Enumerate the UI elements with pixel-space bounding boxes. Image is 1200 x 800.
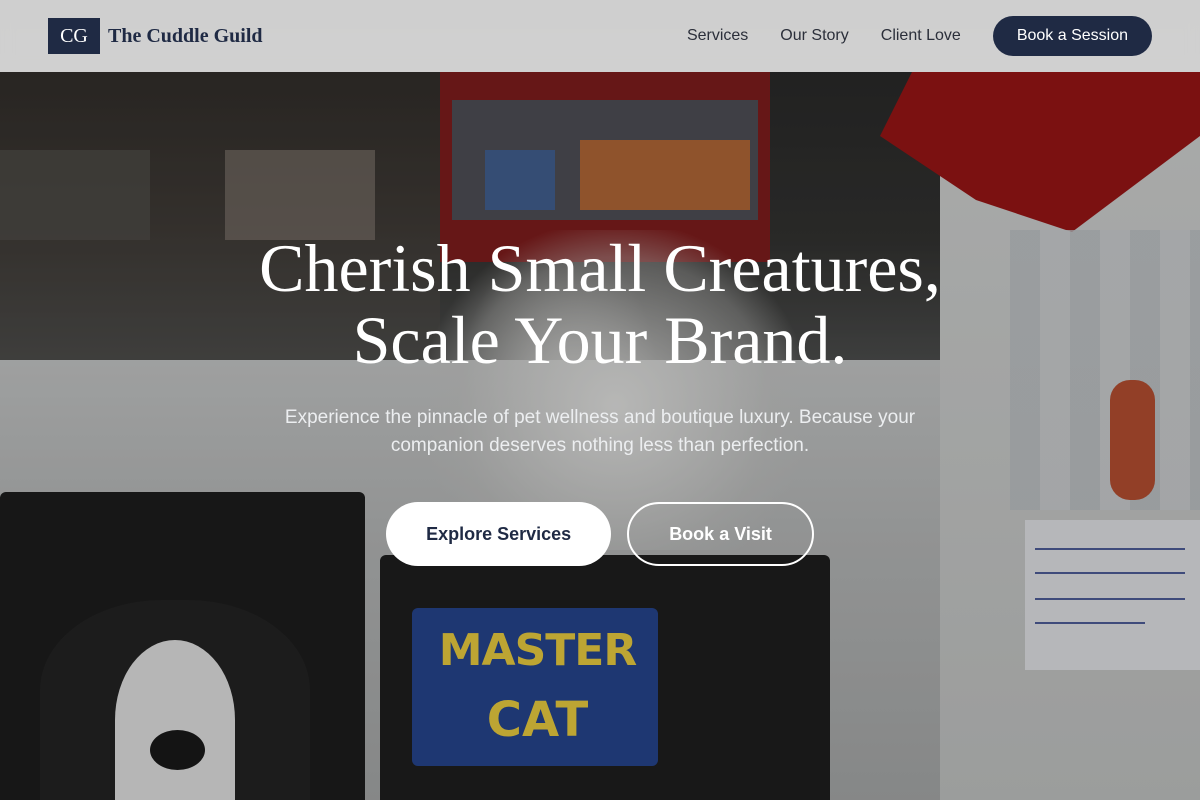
hero-subtitle: Experience the pinnacle of pet wellness … <box>284 407 916 456</box>
hero-title: Cherish Small Creatures, Scale Your Bran… <box>0 232 1200 376</box>
nav-link-services[interactable]: Services <box>687 27 748 45</box>
nav-link-our-story[interactable]: Our Story <box>780 27 848 45</box>
hero-title-line-1: Cherish Small Creatures, <box>259 230 941 306</box>
hero-section: Cherish Small Creatures, Scale Your Bran… <box>0 232 1200 566</box>
nav-link-client-love[interactable]: Client Love <box>881 27 961 45</box>
top-navbar: CG The Cuddle Guild Services Our Story C… <box>0 0 1200 72</box>
hero-buttons: Explore Services Book a Visit <box>0 502 1200 566</box>
explore-services-button[interactable]: Explore Services <box>386 502 612 566</box>
brand-logo[interactable]: CG The Cuddle Guild <box>48 18 263 54</box>
logo-mark: CG <box>48 18 100 54</box>
book-visit-button[interactable]: Book a Visit <box>627 502 814 566</box>
hero-title-line-2: Scale Your Brand. <box>352 302 848 378</box>
nav-links: Services Our Story Client Love Book a Se… <box>687 16 1152 56</box>
brand-name: The Cuddle Guild <box>108 24 263 47</box>
book-session-button[interactable]: Book a Session <box>992 16 1152 56</box>
